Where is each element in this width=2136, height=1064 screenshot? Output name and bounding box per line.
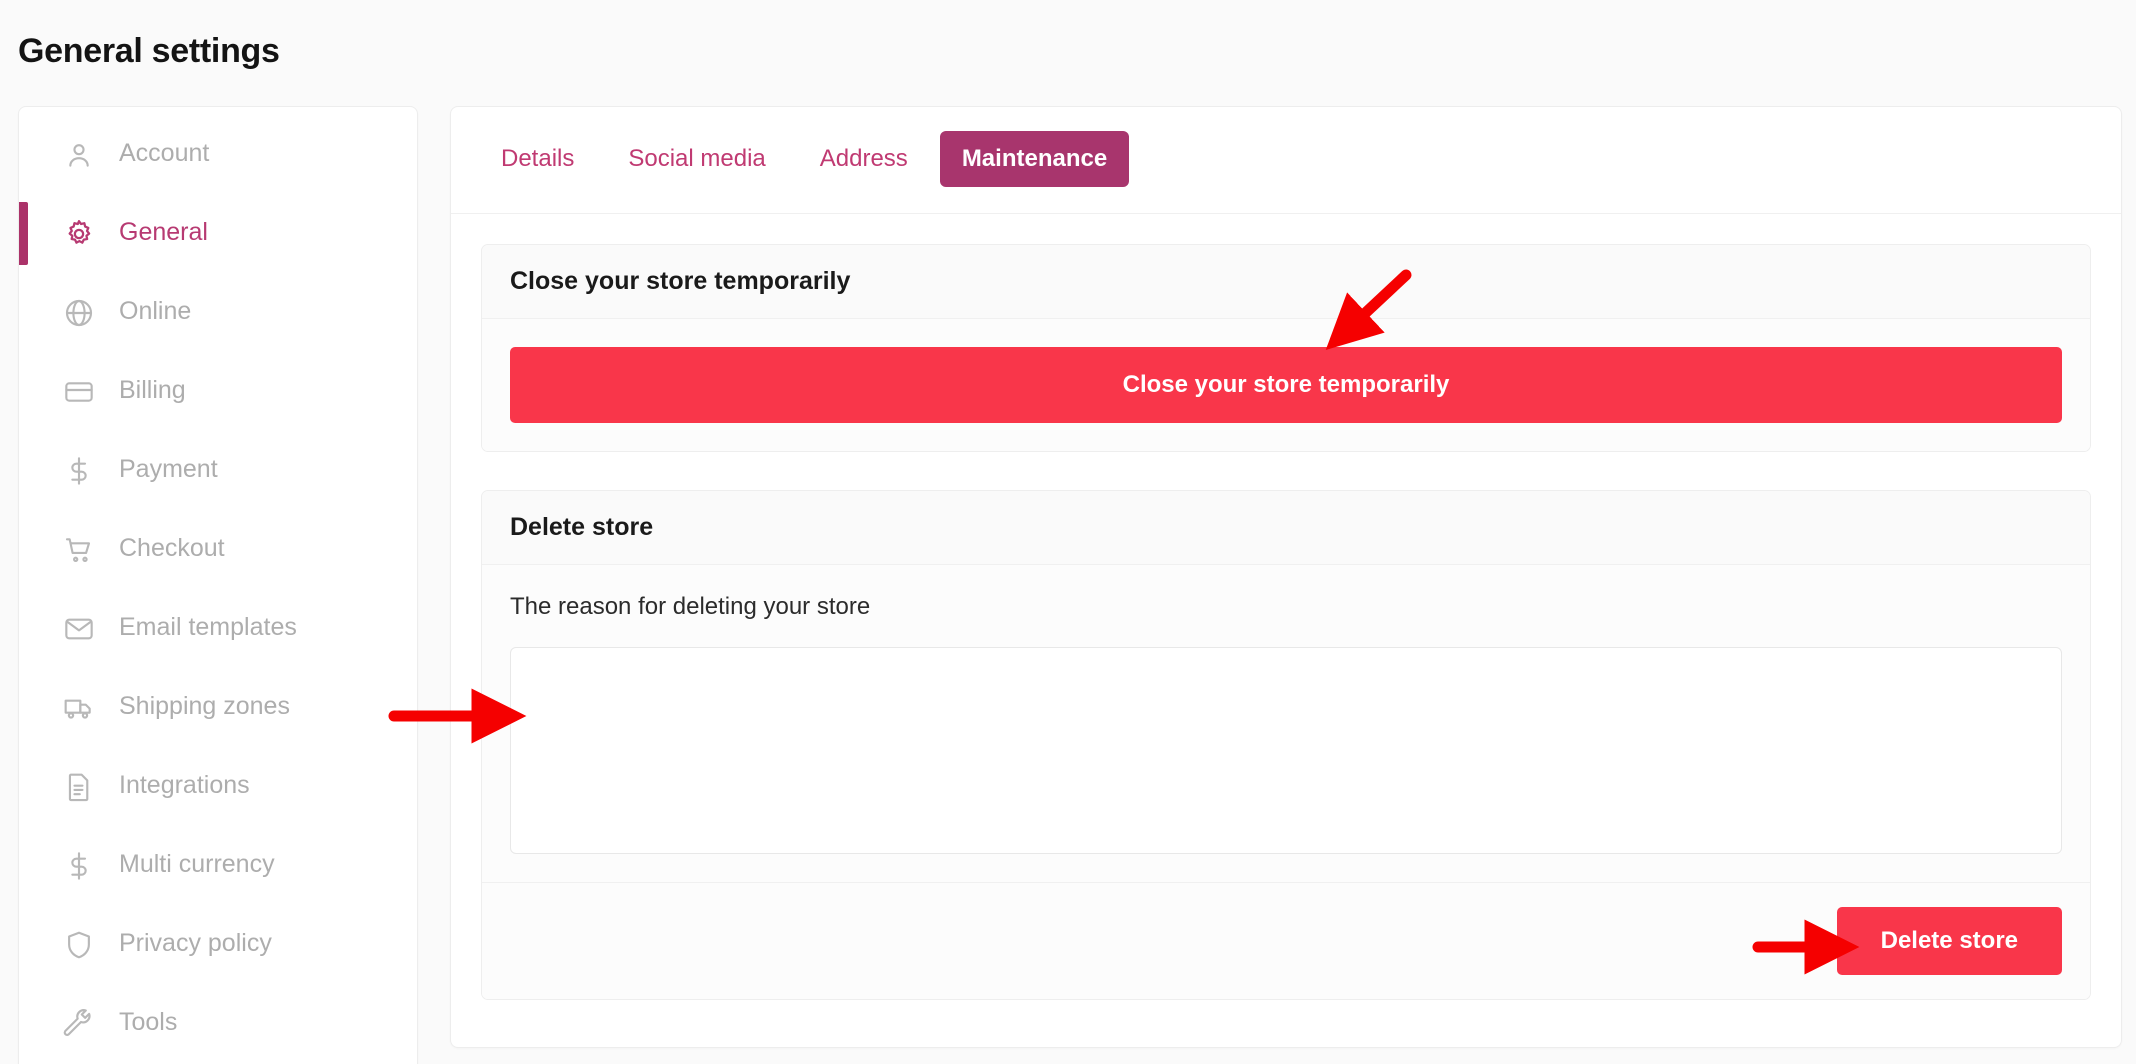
close-store-button[interactable]: Close your store temporarily xyxy=(510,347,2062,423)
settings-page: General settings Account General Online … xyxy=(0,0,2136,1064)
globe-icon xyxy=(63,297,95,329)
sidebar-item-payment[interactable]: Payment xyxy=(19,431,417,510)
delete-store-button[interactable]: Delete store xyxy=(1836,907,2062,975)
sidebar-item-label: Email templates xyxy=(119,613,297,641)
wrench-icon xyxy=(63,1008,95,1040)
sidebar-item-account[interactable]: Account xyxy=(19,115,417,194)
delete-store-card: Delete store The reason for deleting you… xyxy=(481,490,2091,1000)
sidebar-item-label: Online xyxy=(119,297,192,325)
maintenance-panel-content: Close your store temporarily Close your … xyxy=(451,214,2121,1000)
sidebar-item-general[interactable]: General xyxy=(19,194,417,273)
page-title: General settings xyxy=(18,32,280,70)
sidebar-item-label: Integrations xyxy=(119,771,250,799)
sidebar-item-online[interactable]: Online xyxy=(19,273,417,352)
active-indicator-bar xyxy=(19,202,28,265)
sidebar-item-tools[interactable]: Tools xyxy=(19,984,417,1063)
credit-card-icon xyxy=(63,376,95,408)
gear-icon xyxy=(63,218,95,250)
sidebar-item-privacy-policy[interactable]: Privacy policy xyxy=(19,905,417,984)
close-store-card-body: Close your store temporarily xyxy=(482,319,2090,451)
settings-main-panel: Details Social media Address Maintenance… xyxy=(450,106,2122,1048)
dollar-icon xyxy=(63,850,95,882)
tab-maintenance[interactable]: Maintenance xyxy=(939,131,1130,187)
sidebar-item-label: Multi currency xyxy=(119,850,275,878)
document-icon xyxy=(63,771,95,803)
sidebar-item-label: Billing xyxy=(119,376,186,404)
dollar-icon xyxy=(63,455,95,487)
sidebar-item-email-templates[interactable]: Email templates xyxy=(19,589,417,668)
sidebar-item-billing[interactable]: Billing xyxy=(19,352,417,431)
sidebar-item-multi-currency[interactable]: Multi currency xyxy=(19,826,417,905)
sidebar-item-label: Tools xyxy=(119,1008,178,1036)
sidebar-item-checkout[interactable]: Checkout xyxy=(19,510,417,589)
settings-tab-bar: Details Social media Address Maintenance xyxy=(451,107,2121,214)
delete-store-card-footer: Delete store xyxy=(482,882,2090,999)
cart-icon xyxy=(63,534,95,566)
close-store-card-title: Close your store temporarily xyxy=(482,245,2090,319)
sidebar-item-shipping-zones[interactable]: Shipping zones xyxy=(19,668,417,747)
sidebar-item-label: General xyxy=(119,218,208,246)
user-icon xyxy=(63,139,95,171)
envelope-icon xyxy=(63,613,95,645)
sidebar-item-integrations[interactable]: Integrations xyxy=(19,747,417,826)
sidebar-item-label: Checkout xyxy=(119,534,225,562)
delete-store-card-body: The reason for deleting your store xyxy=(482,565,2090,882)
close-store-card: Close your store temporarily Close your … xyxy=(481,244,2091,452)
sidebar-item-label: Payment xyxy=(119,455,218,483)
truck-icon xyxy=(63,692,95,724)
delete-reason-textarea[interactable] xyxy=(510,647,2062,854)
tab-details[interactable]: Details xyxy=(479,131,596,187)
settings-sidebar: Account General Online Billing Payment C… xyxy=(18,106,418,1064)
delete-store-card-title: Delete store xyxy=(482,491,2090,565)
sidebar-item-label: Privacy policy xyxy=(119,929,272,957)
shield-icon xyxy=(63,929,95,961)
tab-address[interactable]: Address xyxy=(798,131,930,187)
sidebar-item-label: Shipping zones xyxy=(119,692,290,720)
delete-reason-label: The reason for deleting your store xyxy=(510,593,871,620)
tab-social-media[interactable]: Social media xyxy=(606,131,787,187)
sidebar-item-label: Account xyxy=(119,139,210,167)
